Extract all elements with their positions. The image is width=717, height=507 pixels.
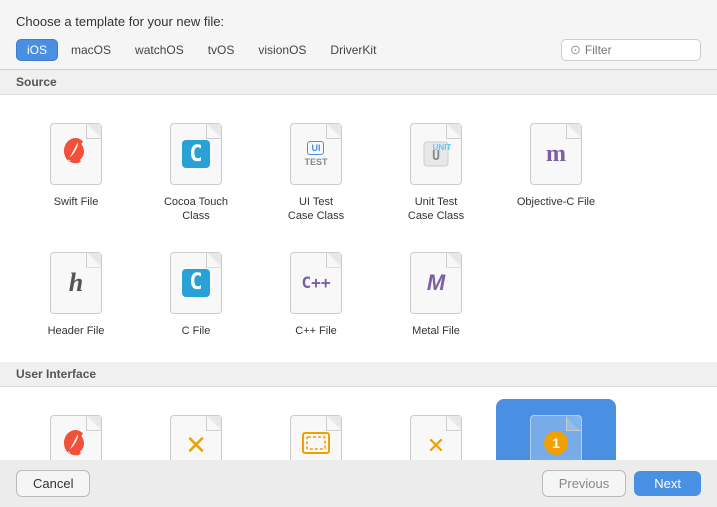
storyboard-icon: ✕ bbox=[166, 411, 226, 460]
file-item-unittest[interactable]: U UNIT Unit TestCase Class bbox=[376, 107, 496, 236]
storyboard-logo: ✕ bbox=[185, 430, 207, 460]
file-item-cpp[interactable]: C++ C++ File bbox=[256, 236, 376, 350]
launch-screen-icon: 1 bbox=[526, 411, 586, 460]
objc-icon: m bbox=[526, 119, 586, 189]
uitest-icon: UI TEST bbox=[286, 119, 346, 189]
cpp-logo: C++ bbox=[302, 273, 331, 292]
launch-screen-logo: 1 bbox=[542, 429, 570, 460]
next-button[interactable]: Next bbox=[634, 471, 701, 496]
tab-ios[interactable]: iOS bbox=[16, 39, 58, 61]
swift-file-icon bbox=[46, 119, 106, 189]
section-user-interface: User Interface bbox=[0, 362, 717, 387]
source-grid: Swift File C Cocoa TouchClass bbox=[0, 95, 717, 362]
unittest-icon: U UNIT bbox=[406, 119, 466, 189]
cfile-icon: C bbox=[166, 248, 226, 318]
cocoa-touch-icon: C bbox=[166, 119, 226, 189]
svg-text:1: 1 bbox=[552, 435, 560, 451]
tab-tvos[interactable]: tvOS bbox=[197, 39, 246, 61]
cocoa-logo: C bbox=[182, 140, 210, 168]
header-icon: h bbox=[46, 248, 106, 318]
dialog-title: Choose a template for your new file: bbox=[16, 14, 701, 29]
main-wrapper: Source Swift File bbox=[0, 69, 717, 460]
file-item-cfile[interactable]: C C File bbox=[136, 236, 256, 350]
view-logo bbox=[301, 431, 331, 460]
file-item-cocoa-touch[interactable]: C Cocoa TouchClass bbox=[136, 107, 256, 236]
swiftui-view-icon bbox=[46, 411, 106, 460]
main-area: Source Swift File bbox=[0, 69, 717, 460]
file-item-swiftui-view[interactable]: SwiftUI View bbox=[16, 399, 136, 460]
swift-file-label: Swift File bbox=[54, 195, 99, 209]
tab-row: iOS macOS watchOS tvOS visionOS DriverKi… bbox=[16, 39, 701, 61]
svg-text:UNIT: UNIT bbox=[433, 143, 452, 152]
previous-button[interactable]: Previous bbox=[542, 470, 627, 497]
file-item-storyboard[interactable]: ✕ Storyboard bbox=[136, 399, 256, 460]
ui-grid: SwiftUI View ✕ Storyboard bbox=[0, 387, 717, 460]
section-source: Source bbox=[0, 70, 717, 95]
cocoa-touch-label: Cocoa TouchClass bbox=[164, 195, 228, 224]
metal-label: Metal File bbox=[412, 324, 460, 338]
filter-icon: ⊙ bbox=[570, 42, 581, 58]
tab-visionos[interactable]: visionOS bbox=[247, 39, 317, 61]
cancel-button[interactable]: Cancel bbox=[16, 470, 90, 497]
file-item-metal[interactable]: M Metal File bbox=[376, 236, 496, 350]
metal-logo: M bbox=[427, 270, 445, 296]
filter-input[interactable] bbox=[585, 43, 685, 57]
empty-icon: ✕ bbox=[406, 411, 466, 460]
view-icon bbox=[286, 411, 346, 460]
uitest-logo: UI TEST bbox=[304, 141, 327, 168]
unittest-label: Unit TestCase Class bbox=[408, 195, 464, 224]
file-item-objc[interactable]: m Objective-C File bbox=[496, 107, 616, 236]
file-item-uitest[interactable]: UI TEST UI TestCase Class bbox=[256, 107, 376, 236]
tab-driverkit[interactable]: DriverKit bbox=[319, 39, 387, 61]
objc-logo: m bbox=[546, 141, 566, 168]
tab-macos[interactable]: macOS bbox=[60, 39, 122, 61]
file-item-launch-screen[interactable]: 1 Launch Screen bbox=[496, 399, 616, 460]
cpp-icon: C++ bbox=[286, 248, 346, 318]
nav-buttons: Previous Next bbox=[542, 470, 701, 497]
swiftui-logo bbox=[61, 428, 91, 460]
metal-icon: M bbox=[406, 248, 466, 318]
cfile-logo: C bbox=[182, 269, 210, 297]
file-item-empty[interactable]: ✕ Empty bbox=[376, 399, 496, 460]
header-label: Header File bbox=[48, 324, 105, 338]
file-item-view[interactable]: View bbox=[256, 399, 376, 460]
uitest-label: UI TestCase Class bbox=[288, 195, 344, 224]
swift-logo bbox=[61, 136, 91, 173]
tab-watchos[interactable]: watchOS bbox=[124, 39, 195, 61]
bottom-bar: Cancel Previous Next bbox=[0, 460, 717, 507]
cfile-label: C File bbox=[182, 324, 211, 338]
empty-logo: ✕ bbox=[427, 433, 445, 459]
cpp-label: C++ File bbox=[295, 324, 337, 338]
objc-label: Objective-C File bbox=[517, 195, 595, 209]
unittest-logo: U UNIT bbox=[420, 138, 452, 170]
filter-box[interactable]: ⊙ bbox=[561, 39, 701, 61]
file-item-swift-file[interactable]: Swift File bbox=[16, 107, 136, 236]
dialog: Choose a template for your new file: iOS… bbox=[0, 0, 717, 507]
header-logo: h bbox=[69, 268, 83, 298]
top-bar: Choose a template for your new file: iOS… bbox=[0, 0, 717, 69]
file-item-header[interactable]: h Header File bbox=[16, 236, 136, 350]
